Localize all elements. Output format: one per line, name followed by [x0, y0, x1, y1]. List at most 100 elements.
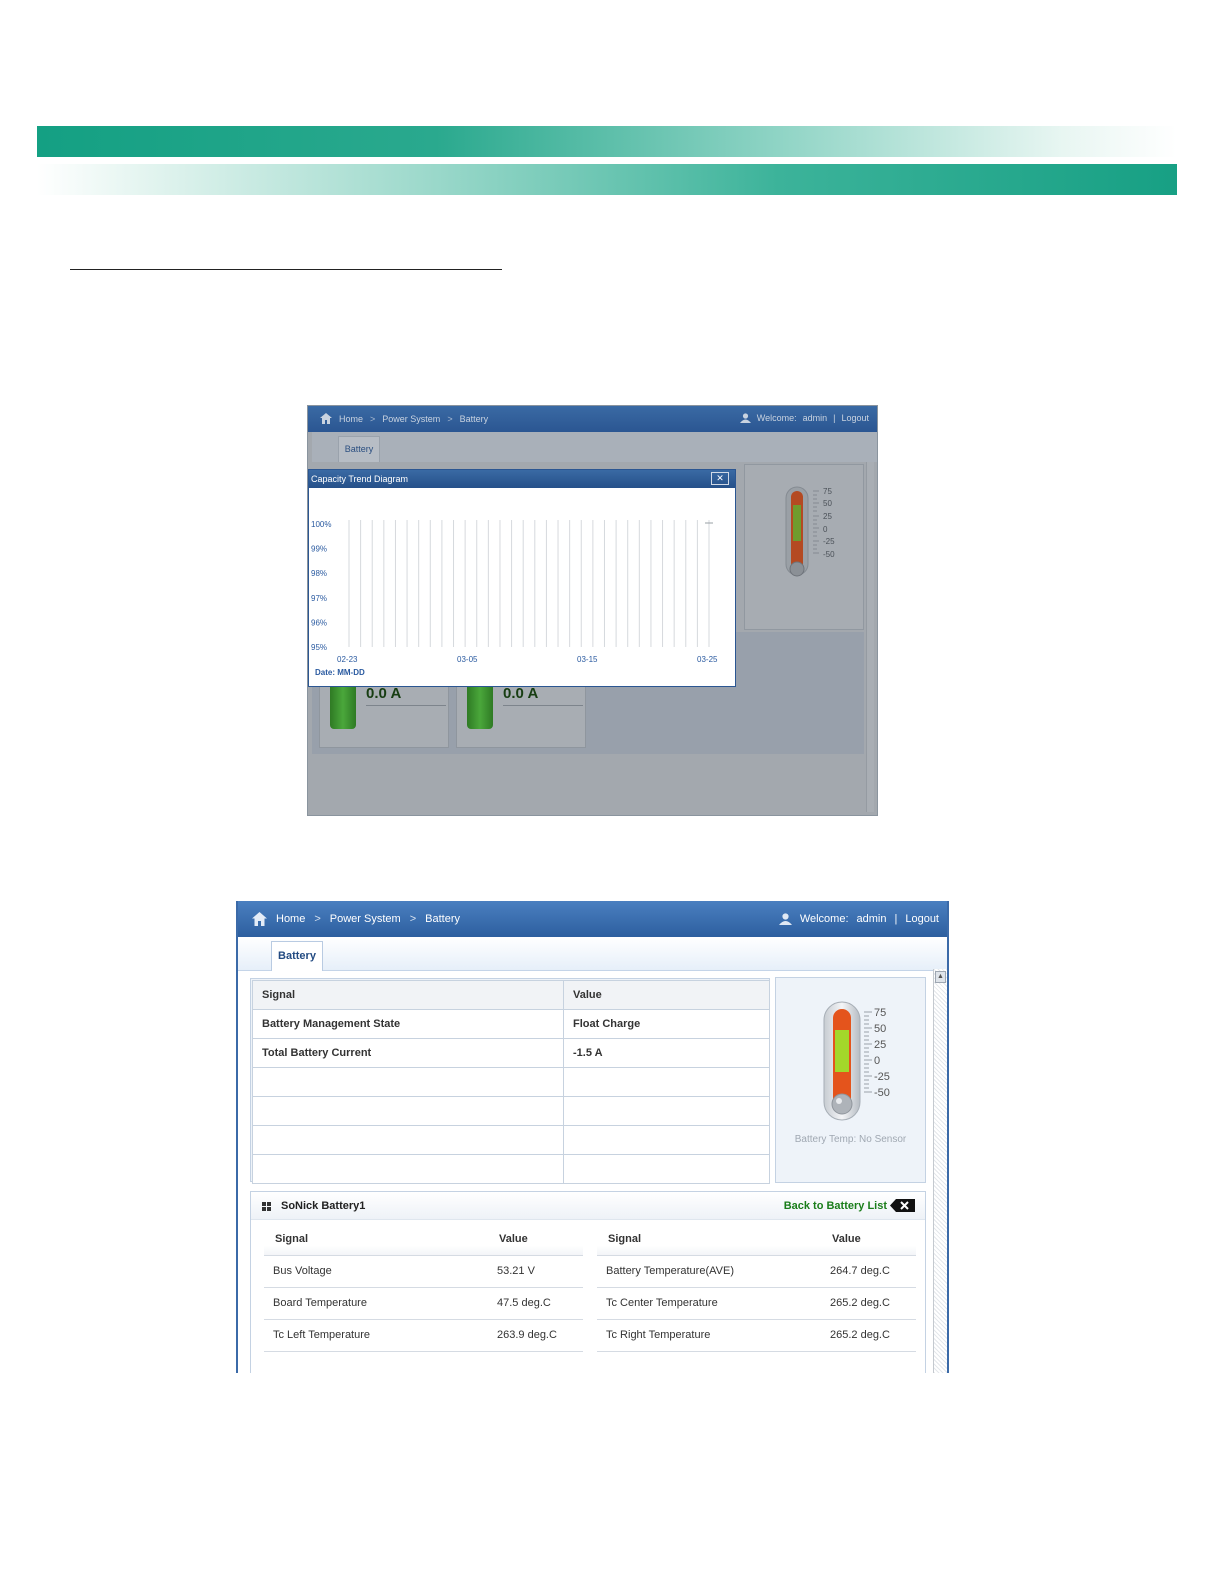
thermo-scale-label: 50 — [823, 499, 832, 508]
breadcrumb-power-system[interactable]: Power System — [382, 414, 440, 424]
signal-name: Tc Left Temperature — [264, 1319, 488, 1352]
thermo-scale-label: 25 — [823, 512, 832, 521]
table-row: Bus Voltage 53.21 V — [264, 1255, 583, 1288]
battery-current-value: 0.0 A — [366, 685, 402, 702]
signal-value: 265.2 deg.C — [821, 1287, 916, 1320]
close-icon[interactable]: ✕ — [711, 472, 729, 485]
y-tick-label: 96% — [311, 618, 327, 627]
home-icon[interactable] — [252, 912, 267, 926]
y-tick-label: 100% — [311, 520, 331, 529]
x-tick-label: 03-05 — [457, 655, 478, 664]
table-row: Battery Temperature(AVE) 264.7 deg.C — [597, 1255, 916, 1288]
thermometer-icon: 75 50 25 0 -25 -50 — [785, 486, 835, 577]
top-nav-bar: Home > Power System > Battery Welcome: a… — [238, 901, 947, 937]
breadcrumb-battery[interactable]: Battery — [460, 414, 489, 424]
column-header-signal: Signal — [264, 1223, 488, 1256]
user-area: Welcome: admin | Logout — [739, 413, 869, 423]
thermo-scale-label: 0 — [823, 525, 828, 534]
empty-cell — [252, 1096, 564, 1126]
screenshot-capacity-trend: Home > Power System > Battery Welcome: a… — [307, 405, 878, 816]
y-tick-label: 99% — [311, 545, 327, 554]
breadcrumb: Home > Power System > Battery — [320, 413, 488, 424]
signal-name: Battery Management State — [252, 1009, 564, 1039]
thermo-scale-label: 50 — [874, 1023, 886, 1035]
battery-signal-table-left: Signal Value Bus Voltage 53.21 V Board T… — [264, 1223, 583, 1352]
breadcrumb-power-system[interactable]: Power System — [330, 913, 401, 925]
user-icon — [778, 913, 792, 925]
x-axis-caption: Date: MM-DD — [315, 668, 365, 677]
back-delete-icon[interactable] — [890, 1199, 915, 1212]
empty-cell — [563, 1154, 770, 1184]
thermo-scale-label: -25 — [823, 537, 835, 546]
welcome-label: Welcome: — [799, 913, 849, 925]
battery-current-value: 0.0 A — [503, 685, 539, 702]
thermo-scale-label: -50 — [874, 1087, 890, 1099]
home-icon[interactable] — [320, 413, 332, 424]
table-header-row: Signal Value — [597, 1223, 916, 1256]
table-row: Tc Left Temperature 263.9 deg.C — [264, 1319, 583, 1352]
table-row-empty — [252, 1096, 770, 1126]
capacity-trend-chart: 100% 99% 98% 97% 96% 95% 02-23 03-05 03-15 03-25 D… — [311, 520, 718, 677]
signal-name: Bus Voltage — [264, 1255, 488, 1288]
battery-panel-title: SoNick Battery1 — [281, 1200, 366, 1212]
table-row: Tc Right Temperature 265.2 deg.C — [597, 1319, 916, 1352]
battery-card: 0.0 A — [456, 678, 586, 748]
signal-name: Tc Right Temperature — [597, 1319, 821, 1352]
scroll-up-arrow-icon[interactable]: ▲ — [935, 971, 946, 983]
logout-link[interactable]: Logout — [905, 913, 939, 925]
vertical-scrollbar[interactable]: ▲ — [933, 969, 947, 1373]
column-header-signal-text: Signal — [606, 1232, 644, 1245]
signal-value: 264.7 deg.C — [821, 1255, 916, 1288]
empty-cell — [252, 1067, 564, 1097]
tab-battery[interactable]: Battery — [338, 436, 380, 462]
table-row: Tc Center Temperature 265.2 deg.C — [597, 1287, 916, 1320]
signal-value: 47.5 deg.C — [488, 1287, 583, 1320]
tab-row: Battery — [312, 432, 877, 462]
empty-cell — [563, 1096, 770, 1126]
y-tick-label: 97% — [311, 594, 327, 603]
capacity-trend-dialog: Capacity Trend Diagram ✕ 100% 99% 98% 97% 96… — [308, 469, 736, 687]
empty-cell — [563, 1067, 770, 1097]
vertical-scrollbar[interactable] — [866, 462, 874, 812]
signal-value: -1.5 A — [563, 1038, 770, 1068]
back-to-battery-list-link[interactable]: Back to Battery List — [784, 1200, 887, 1212]
battery-detail-panel: SoNick Battery1 Back to Battery List Sig… — [250, 1191, 926, 1373]
user-area: Welcome: admin | Logout — [778, 913, 939, 925]
column-header-value-text: Value — [830, 1232, 863, 1245]
tab-battery[interactable]: Battery — [271, 941, 323, 971]
section-rule — [70, 269, 502, 270]
empty-cell — [252, 1125, 564, 1155]
column-header-value: Value — [821, 1223, 916, 1256]
battery-signal-table-right: Signal Value Battery Temperature(AVE) 26… — [597, 1223, 916, 1352]
breadcrumb-home[interactable]: Home — [276, 913, 305, 925]
chevron-right-icon: > — [447, 413, 453, 424]
thermo-scale-label: -50 — [823, 550, 835, 559]
grid-icon — [262, 1202, 271, 1211]
empty-cell — [563, 1125, 770, 1155]
column-header-value: Value — [563, 980, 770, 1010]
user-icon — [739, 413, 751, 423]
dialog-title: Capacity Trend Diagram — [311, 474, 409, 484]
thermo-scale-label: 0 — [874, 1055, 880, 1067]
user-name: admin — [802, 413, 828, 423]
divider — [366, 705, 446, 706]
breadcrumb-battery[interactable]: Battery — [425, 913, 460, 925]
document-page: Home > Power System > Battery Welcome: a… — [0, 0, 1224, 1584]
signal-name: Battery Temperature(AVE) — [597, 1255, 821, 1288]
thermo-scale-label: 25 — [874, 1039, 886, 1051]
user-separator: | — [894, 913, 898, 925]
thermo-scale-label: 75 — [823, 487, 832, 496]
x-tick-label: 03-15 — [577, 655, 598, 664]
thermo-scale-label: -25 — [874, 1071, 890, 1083]
top-nav-bar: Home > Power System > Battery Welcome: a… — [308, 406, 877, 432]
chevron-right-icon: > — [409, 913, 417, 925]
column-header-value: Value — [488, 1223, 583, 1256]
logout-link[interactable]: Logout — [841, 413, 869, 423]
empty-cell — [252, 1154, 564, 1184]
user-separator: | — [833, 413, 836, 423]
battery-card: 0.0 A — [319, 678, 449, 748]
dialog-titlebar[interactable]: Capacity Trend Diagram ✕ — [309, 470, 735, 488]
welcome-label: Welcome: — [756, 413, 797, 423]
breadcrumb-home[interactable]: Home — [339, 414, 363, 424]
x-tick-label: 02-23 — [337, 655, 358, 664]
